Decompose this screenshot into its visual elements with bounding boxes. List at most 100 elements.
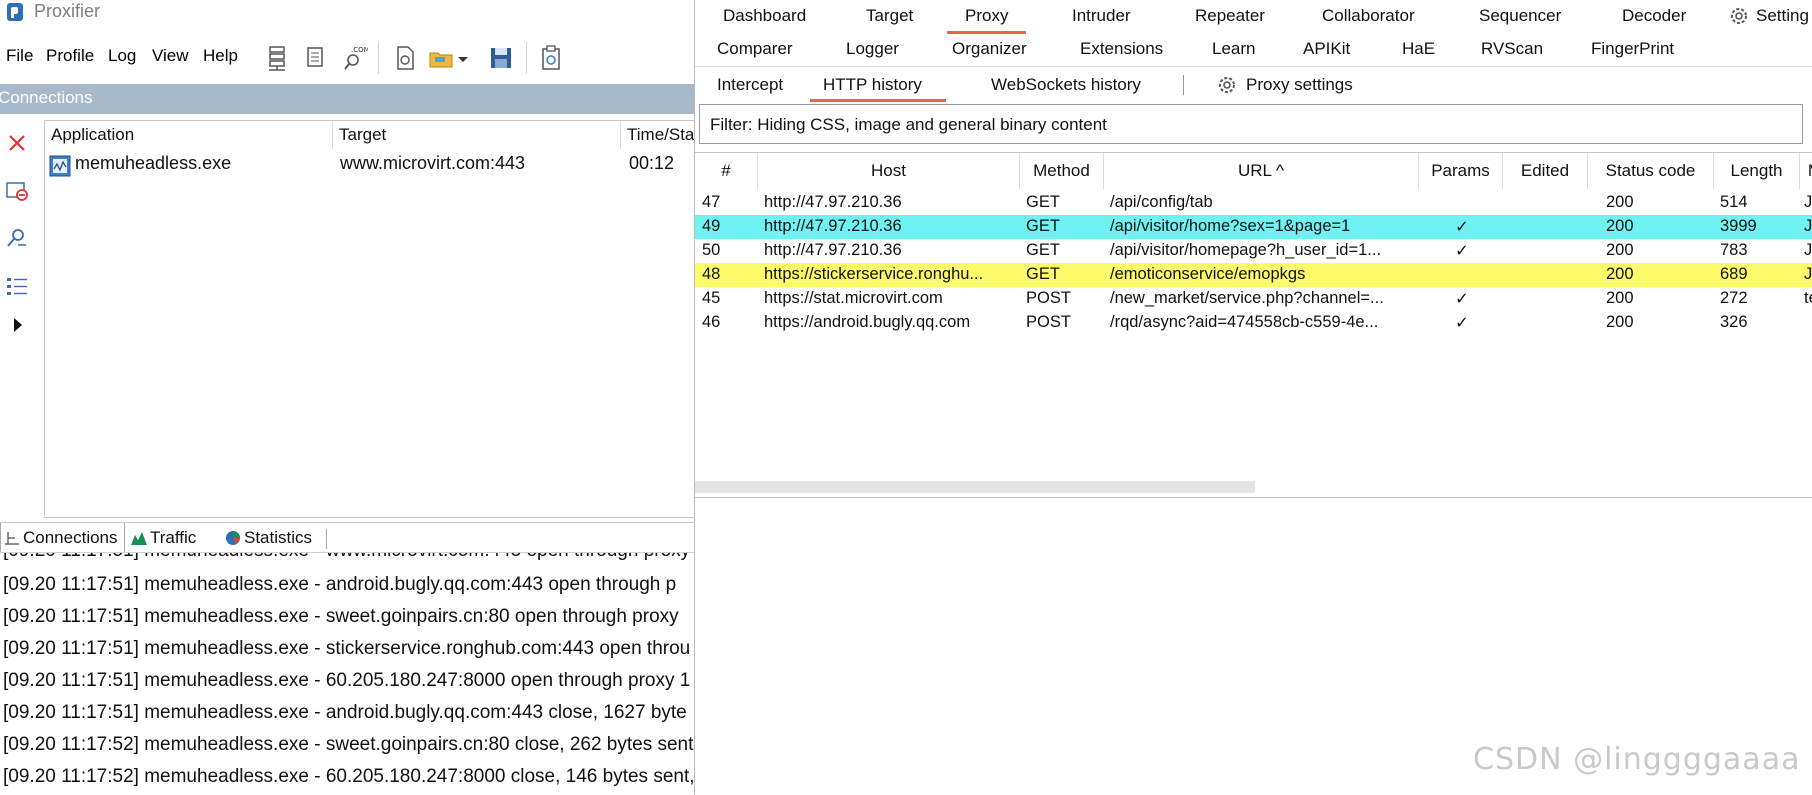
tab-extensions[interactable]: Extensions — [1080, 39, 1163, 59]
tab-dashboard[interactable]: Dashboard — [723, 6, 806, 26]
tab-learn[interactable]: Learn — [1212, 39, 1255, 59]
log-line: [09.20 11:17:51] memuheadless.exe - swee… — [3, 606, 679, 627]
proxy-settings-gear-icon[interactable] — [1216, 74, 1238, 96]
column-header-status-code[interactable]: Status code — [1588, 153, 1714, 189]
row-url: /api/visitor/home?sex=1&page=1 — [1110, 217, 1351, 235]
table-row[interactable]: 45 https://stat.microvirt.com POST /new_… — [695, 287, 1812, 311]
row-status: 200 — [1606, 193, 1634, 211]
proxy-settings-link[interactable]: Proxy settings — [1246, 75, 1353, 95]
main-tab-bar: Dashboard Target Proxy Intruder Repeater… — [695, 0, 1812, 64]
menu-view[interactable]: View — [152, 46, 189, 66]
tab-logger[interactable]: Logger — [846, 39, 899, 59]
http-history-table: # Host Method URL ^ Params Edited Status… — [695, 152, 1812, 492]
list-view-icon[interactable] — [4, 274, 30, 300]
find-icon[interactable] — [4, 226, 30, 252]
tab-connections[interactable]: Connections — [0, 523, 125, 553]
tab-websockets-history[interactable]: WebSockets history — [991, 75, 1141, 95]
column-header-method[interactable]: Method — [1020, 153, 1104, 189]
tab-traffic[interactable]: Traffic — [128, 523, 218, 553]
tab-proxy[interactable]: Proxy — [947, 6, 1027, 34]
row-mime: JS — [1804, 265, 1812, 283]
column-header-host[interactable]: Host — [758, 153, 1020, 189]
log-line: [09.20 11:17:52] memuheadless.exe - 60.2… — [3, 766, 694, 787]
tab-sequencer[interactable]: Sequencer — [1479, 6, 1561, 26]
table-row[interactable]: 50 http://47.97.210.36 GET /api/visitor/… — [695, 239, 1812, 263]
filter-bar[interactable]: Filter: Hiding CSS, image and general bi… — [699, 104, 1803, 144]
tab-apikit[interactable]: APIKit — [1303, 39, 1350, 59]
column-header-length[interactable]: Length — [1714, 153, 1800, 189]
gear-icon[interactable] — [1728, 5, 1750, 27]
connections-side-toolbar — [0, 116, 44, 516]
row-mime: JS — [1804, 193, 1812, 211]
connection-target: www.microvirt.com:443 — [340, 153, 526, 173]
chevron-down-icon[interactable] — [456, 44, 470, 72]
row-number: 50 — [702, 241, 721, 259]
tab-decoder[interactable]: Decoder — [1622, 6, 1686, 26]
clipboard-icon[interactable] — [538, 44, 564, 72]
svg-text:.COM: .COM — [351, 46, 368, 54]
row-params: ✓ — [1455, 218, 1469, 236]
menu-profile[interactable]: Profile — [46, 46, 94, 66]
table-row[interactable]: 48 https://stickerservice.ronghu... GET … — [695, 263, 1812, 287]
table-row[interactable]: 47 http://47.97.210.36 GET /api/config/t… — [695, 191, 1812, 215]
column-header-target[interactable]: Target — [333, 121, 621, 149]
tab-intercept[interactable]: Intercept — [717, 75, 783, 95]
proxy-sub-tab-bar: Intercept HTTP history WebSockets histor… — [695, 66, 1812, 104]
menu-help[interactable]: Help — [203, 46, 238, 66]
row-mime: JS — [1804, 241, 1812, 259]
horizontal-scrollbar[interactable] — [695, 481, 1255, 493]
tab-intruder[interactable]: Intruder — [1072, 6, 1131, 26]
tab-rvscan[interactable]: RVScan — [1481, 39, 1543, 59]
tab-organizer[interactable]: Organizer — [952, 39, 1027, 59]
log-line: [09.20 11:17:51] memuheadless.exe - stic… — [3, 638, 691, 659]
row-length: 272 — [1720, 289, 1748, 307]
proxification-rules-icon[interactable] — [302, 44, 328, 72]
tab-http-history[interactable]: HTTP history — [810, 75, 946, 102]
proxy-servers-icon[interactable] — [264, 44, 290, 72]
row-length: 3999 — [1720, 217, 1757, 235]
tab-collaborator[interactable]: Collaborator — [1322, 6, 1415, 26]
log-line: [09.20 11:17:51] memuheadless.exe - andr… — [3, 574, 677, 595]
column-header-time[interactable]: Time/Sta — [621, 121, 694, 149]
new-profile-icon[interactable] — [392, 44, 418, 72]
row-method: GET — [1026, 241, 1060, 259]
column-header-mime[interactable]: M — [1800, 153, 1812, 189]
open-profile-icon[interactable] — [428, 44, 454, 72]
save-profile-icon[interactable] — [488, 44, 514, 72]
burp-suite-window: Dashboard Target Proxy Intruder Repeater… — [694, 0, 1812, 795]
tab-fingerprint[interactable]: FingerPrint — [1591, 39, 1674, 59]
traffic-chart-icon — [131, 532, 147, 545]
expand-arrow-icon[interactable] — [4, 312, 30, 338]
name-resolution-icon[interactable]: .COM — [342, 44, 368, 72]
statistics-pie-icon — [226, 531, 240, 545]
row-host: https://android.bugly.qq.com — [764, 313, 971, 331]
column-header-url[interactable]: URL ^ — [1104, 153, 1419, 189]
row-host: https://stat.microvirt.com — [764, 289, 943, 307]
column-header-params[interactable]: Params — [1419, 153, 1503, 189]
table-row[interactable]: memuheadless.exe www.microvirt.com:443 0… — [45, 151, 694, 179]
column-header-edited[interactable]: Edited — [1503, 153, 1588, 189]
tab-target[interactable]: Target — [866, 6, 913, 26]
tab-hae[interactable]: HaE — [1402, 39, 1435, 59]
column-header-application[interactable]: Application — [45, 121, 333, 149]
row-params: ✓ — [1455, 314, 1469, 332]
connection-application: memuheadless.exe — [75, 153, 232, 173]
tab-settings[interactable]: Setting — [1756, 6, 1809, 26]
close-icon[interactable] — [4, 130, 30, 156]
tab-statistics[interactable]: Statistics — [222, 523, 326, 553]
tab-repeater[interactable]: Repeater — [1195, 6, 1265, 26]
row-length: 783 — [1720, 241, 1748, 259]
watermark: CSDN @linggggaaaa — [1473, 742, 1801, 777]
menu-file[interactable]: File — [6, 46, 33, 66]
remove-connection-icon[interactable] — [4, 178, 30, 204]
window-title: Proxifier — [34, 1, 101, 21]
column-header-number[interactable]: # — [695, 153, 758, 189]
table-row[interactable]: 49 http://47.97.210.36 GET /api/visitor/… — [695, 215, 1812, 239]
proxifier-window: Proxifier File Profile Log View Help .CO… — [0, 0, 694, 795]
row-status: 200 — [1606, 289, 1634, 307]
row-number: 49 — [702, 217, 721, 235]
menu-log[interactable]: Log — [108, 46, 136, 66]
row-mime: te — [1804, 289, 1812, 307]
tab-comparer[interactable]: Comparer — [717, 39, 793, 59]
table-row[interactable]: 46 https://android.bugly.qq.com POST /rq… — [695, 311, 1812, 335]
